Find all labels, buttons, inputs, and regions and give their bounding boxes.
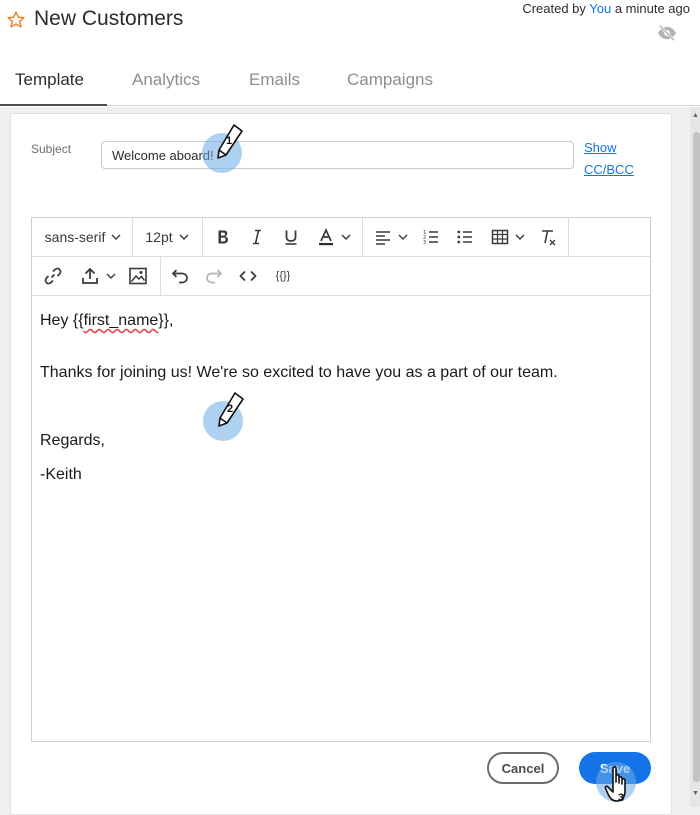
numbered-list-button[interactable]: 123 xyxy=(417,218,445,256)
active-tab-indicator xyxy=(0,104,107,106)
insert-token-button[interactable]: {{}} xyxy=(268,257,298,295)
subject-label: Subject xyxy=(31,142,72,156)
undo-button[interactable] xyxy=(166,257,194,295)
font-family-select[interactable]: sans-serif xyxy=(36,218,130,256)
bold-icon xyxy=(218,230,228,244)
upload-icon xyxy=(82,267,98,284)
chevron-down-icon xyxy=(515,234,525,240)
regards-line: Regards, xyxy=(40,432,105,449)
tab-emails[interactable]: Emails xyxy=(249,70,300,90)
first-name-token: first_name xyxy=(83,312,159,329)
chevron-down-icon xyxy=(106,273,116,279)
table-icon xyxy=(491,229,509,245)
table-button[interactable] xyxy=(486,218,530,256)
text-color-icon xyxy=(319,228,333,246)
bullet-list-button[interactable] xyxy=(451,218,479,256)
toolbar-row-1: sans-serif 12pt 1 2 3 xyxy=(32,218,650,257)
bold-button[interactable] xyxy=(209,218,237,256)
visibility-off-icon[interactable] xyxy=(656,24,678,42)
star-icon[interactable] xyxy=(6,10,26,30)
numbered-list-icon: 123 xyxy=(423,230,438,246)
scroll-up-arrow-icon[interactable]: ▲ xyxy=(692,112,699,119)
show-cc-bcc-link[interactable]: Show CC/BCC xyxy=(584,137,634,181)
tab-analytics[interactable]: Analytics xyxy=(132,70,200,90)
created-by-link[interactable]: You xyxy=(589,1,611,16)
chevron-down-icon xyxy=(179,234,189,240)
chevron-down-icon xyxy=(341,234,351,240)
undo-icon xyxy=(171,269,188,284)
insert-link-button[interactable] xyxy=(38,257,68,295)
align-left-icon xyxy=(376,231,390,245)
underline-icon xyxy=(285,230,297,245)
underline-button[interactable] xyxy=(277,218,305,256)
clear-formatting-button[interactable] xyxy=(534,218,562,256)
source-code-button[interactable] xyxy=(234,257,262,295)
tab-bar: Template Analytics Emails Campaigns xyxy=(0,56,700,106)
created-info: Created by You a minute ago xyxy=(522,1,690,16)
italic-icon xyxy=(253,229,261,245)
page-header: New Customers Created by You a minute ag… xyxy=(0,0,700,50)
align-button[interactable] xyxy=(369,218,413,256)
signature-line: -Keith xyxy=(40,466,82,483)
subject-input[interactable] xyxy=(101,141,574,169)
link-icon xyxy=(44,267,62,285)
scrollbar-thumb[interactable] xyxy=(693,132,700,782)
code-icon xyxy=(239,270,257,282)
token-icon: {{}} xyxy=(275,270,291,282)
image-icon xyxy=(129,267,147,285)
text-color-button[interactable] xyxy=(310,218,358,256)
body-line: Thanks for joining us! We're so excited … xyxy=(40,364,558,381)
chevron-down-icon xyxy=(398,234,408,240)
annotation-step-3: 3 xyxy=(618,792,625,804)
annotation-step-1: 1 xyxy=(226,135,233,147)
greeting-line: Hey {{first_name}}, xyxy=(40,312,174,329)
tab-template[interactable]: Template xyxy=(15,70,84,90)
toolbar-row-2: {{}} xyxy=(32,257,650,296)
cancel-button[interactable]: Cancel xyxy=(487,752,559,784)
scroll-down-arrow-icon[interactable]: ▼ xyxy=(692,790,699,797)
italic-button[interactable] xyxy=(243,218,271,256)
font-size-select[interactable]: 12pt xyxy=(135,218,199,256)
svg-text:3: 3 xyxy=(423,240,426,246)
insert-image-button[interactable] xyxy=(124,257,152,295)
redo-icon xyxy=(206,269,223,284)
annotation-step-2: 2 xyxy=(227,403,234,415)
chevron-down-icon xyxy=(111,234,121,240)
tab-campaigns[interactable]: Campaigns xyxy=(347,70,433,90)
page-title: New Customers xyxy=(34,7,184,30)
upload-button[interactable] xyxy=(76,257,120,295)
app-window: New Customers Created by You a minute ag… xyxy=(0,0,700,815)
clear-formatting-icon xyxy=(542,230,556,246)
rich-text-editor: sans-serif 12pt 1 2 3 {{}} Hey {{first_n… xyxy=(31,217,651,742)
bullet-list-icon xyxy=(457,230,472,244)
redo-button[interactable] xyxy=(200,257,228,295)
